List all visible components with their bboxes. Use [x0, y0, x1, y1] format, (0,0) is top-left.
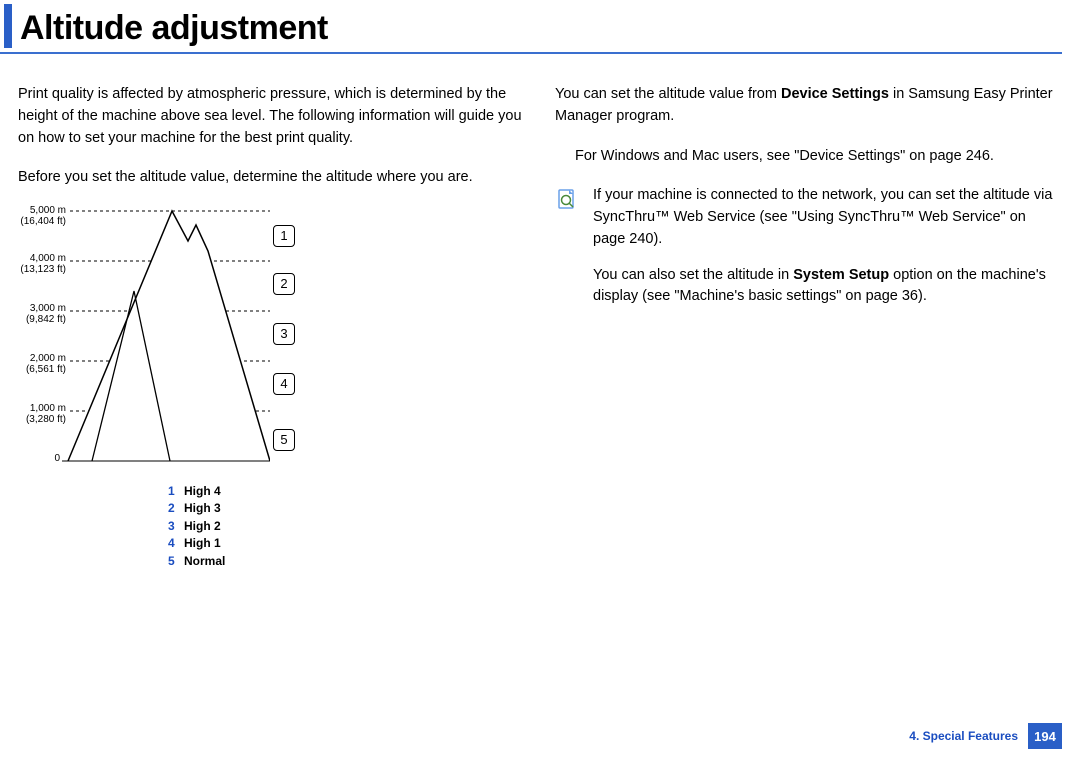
- legend-row: 5Normal: [168, 553, 525, 570]
- right-column: You can set the altitude value from Devi…: [555, 84, 1062, 570]
- note-para-1: If your machine is connected to the netw…: [593, 185, 1062, 250]
- legend-row: 4High 1: [168, 535, 525, 552]
- callout-2: 2: [273, 273, 295, 295]
- page-title: Altitude adjustment: [20, 9, 328, 48]
- page-number: 194: [1028, 723, 1062, 749]
- footer-chapter: 4. Special Features: [909, 729, 1018, 743]
- alt-label-4000: 4,000 m(13,123 ft): [12, 253, 66, 275]
- note-para-2: You can also set the altitude in System …: [593, 265, 1062, 309]
- legend: 1High 4 2High 3 3High 2 4High 1 5Normal: [168, 483, 525, 570]
- callout-3: 3: [273, 323, 295, 345]
- callout-4: 4: [273, 373, 295, 395]
- callout-1: 1: [273, 225, 295, 247]
- title-bar: Altitude adjustment: [0, 4, 1062, 54]
- intro-para-1: Print quality is affected by atmospheric…: [18, 84, 525, 149]
- windows-mac-para: For Windows and Mac users, see "Device S…: [575, 146, 1062, 168]
- note-icon: [555, 187, 579, 211]
- mountain-graphic: [60, 207, 270, 467]
- legend-row: 3High 2: [168, 518, 525, 535]
- alt-label-3000: 3,000 m(9,842 ft): [12, 303, 66, 325]
- intro-para-2: Before you set the altitude value, deter…: [18, 167, 525, 189]
- left-column: Print quality is affected by atmospheric…: [18, 84, 525, 570]
- title-accent: [4, 4, 12, 48]
- alt-label-0: 0: [12, 453, 60, 464]
- note-block: If your machine is connected to the netw…: [555, 185, 1062, 322]
- alt-label-2000: 2,000 m(6,561 ft): [12, 353, 66, 375]
- legend-row: 2High 3: [168, 500, 525, 517]
- content-area: Print quality is affected by atmospheric…: [0, 54, 1080, 570]
- altitude-diagram: 5,000 m(16,404 ft) 4,000 m(13,123 ft) 3,…: [18, 207, 308, 477]
- device-settings-para: You can set the altitude value from Devi…: [555, 84, 1062, 128]
- alt-label-1000: 1,000 m(3,280 ft): [12, 403, 66, 425]
- legend-row: 1High 4: [168, 483, 525, 500]
- callout-5: 5: [273, 429, 295, 451]
- note-text: If your machine is connected to the netw…: [593, 185, 1062, 322]
- alt-label-5000: 5,000 m(16,404 ft): [12, 205, 66, 227]
- footer: 4. Special Features 194: [909, 723, 1062, 749]
